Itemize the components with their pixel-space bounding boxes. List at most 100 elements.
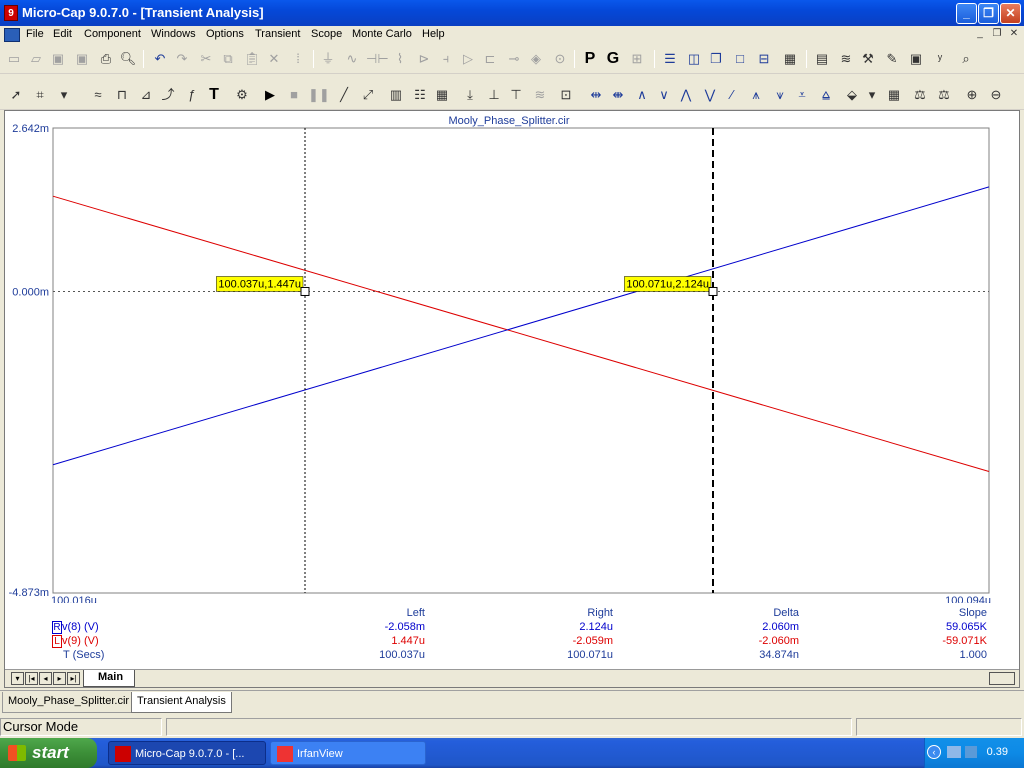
grid-fine-icon[interactable]: ▥ [386,85,406,105]
cursor-valley-icon[interactable]: ⊥ [484,85,504,105]
menu-component[interactable]: Component [84,28,141,40]
source-icon[interactable]: ⊙ [550,49,570,69]
cursor-right-icon[interactable]: ⇼ [608,85,628,105]
menu-options[interactable]: Options [206,28,244,40]
g-button[interactable]: G [603,49,623,69]
plot-line-icon[interactable]: ⤢ [358,85,378,105]
properties-icon[interactable]: ⚙ [232,85,252,105]
print-icon[interactable]: ⎙ [96,49,116,69]
cursor-peak-icon[interactable]: ⤓ [460,85,480,105]
line-icon[interactable]: ╱ [334,85,354,105]
menu-transient[interactable]: Transient [255,28,300,40]
horizontal-scrollbar[interactable] [989,672,1015,685]
grid-icon[interactable]: ⊞ [627,49,647,69]
plot-area[interactable]: Mooly_Phase_Splitter.cir 2.642m 0.000m -… [5,111,1019,603]
dropdown-icon[interactable]: ▾ [54,85,74,105]
grid-coarse-icon[interactable]: ▦ [432,85,452,105]
left-cursor-marker[interactable] [300,286,310,296]
waveform-icon[interactable]: ≋ [836,49,856,69]
fit-icon[interactable]: ⊿ [136,85,156,105]
delete-icon[interactable]: ✕ [264,49,284,69]
stop-icon[interactable]: ■ [284,85,304,105]
global-low-icon[interactable]: ⩛ [770,85,790,105]
cascade-icon[interactable]: ❐ [706,49,726,69]
probe-tool-icon[interactable]: ✎ [882,49,902,69]
xy-icon[interactable]: ʸ [930,49,950,69]
task-microcap[interactable]: Micro-Cap 9.0.7.0 - [... [108,741,266,765]
capacitor-icon[interactable]: ⊣⊢ [366,49,389,69]
restore-button[interactable]: ❐ [978,3,999,24]
menu-scope[interactable]: Scope [311,28,342,40]
undo-icon[interactable]: ↶ [150,49,170,69]
open-icon[interactable]: ▱ [26,49,46,69]
document-menu-icon[interactable] [4,28,20,42]
tray-expand-icon[interactable]: ‹ [927,745,941,759]
menu-windows[interactable]: Windows [151,28,196,40]
task-irfanview[interactable]: IrfanView [270,741,426,765]
pause-icon[interactable]: ❚❚ [308,85,330,105]
microcap-icon[interactable]: 9 [4,5,18,21]
scale-y-icon[interactable]: ⚖ [910,85,930,105]
scale-x-icon[interactable]: ⚖ [934,85,954,105]
probe-icon[interactable]: ◈ [526,49,546,69]
last-page-button[interactable]: ▸| [67,672,80,685]
split-icon[interactable]: ⊟ [754,49,774,69]
cursor-high-icon[interactable]: ⊤ [506,85,526,105]
start-button[interactable]: start [0,738,97,768]
p-button[interactable]: P [580,49,600,69]
zoom-in-icon[interactable]: ⊕ [962,85,982,105]
cut-icon[interactable]: ✂ [196,49,216,69]
graph-icon[interactable]: ▣ [906,49,926,69]
tab-main[interactable]: Main [83,670,135,687]
component-list-icon[interactable]: ▤ [812,49,832,69]
prev-page-button[interactable]: ◂ [39,672,52,685]
cursor-left-icon[interactable]: ⇹ [586,85,606,105]
next-page-button[interactable]: ▸ [53,672,66,685]
redo-icon[interactable]: ↷ [172,49,192,69]
close-button[interactable]: ✕ [1000,3,1021,24]
scope-icon[interactable]: ⊡ [556,85,576,105]
plot-window[interactable]: Mooly_Phase_Splitter.cir 2.642m 0.000m -… [4,110,1020,688]
tag-dropdown-icon[interactable]: ▾ [862,85,882,105]
box-icon[interactable]: ⊓ [112,85,132,105]
zoom-out-icon[interactable]: ⊖ [986,85,1006,105]
help-icon[interactable]: ⚒ [858,49,878,69]
network-icon[interactable] [947,746,961,758]
left-cursor-marker-box[interactable]: L [52,635,62,648]
select-all-icon[interactable]: ⁞ [288,49,308,69]
menu-file[interactable]: File [26,28,44,40]
low-icon[interactable]: ⋁ [700,85,720,105]
menu-edit[interactable]: Edit [53,28,72,40]
save-as-icon[interactable]: ▣ [72,49,92,69]
tab-schematic[interactable]: Mooly_Phase_Splitter.cir [2,692,136,713]
scale-icon[interactable]: ⌗ [30,85,50,105]
minimize-button[interactable]: _ [956,3,977,24]
marker-icon[interactable]: ⤴ [158,85,178,105]
top-icon[interactable]: ⩡ [792,85,812,105]
resistor-icon[interactable]: ∿ [342,49,362,69]
inductor-icon[interactable]: ⌇ [390,49,410,69]
pin-icon[interactable]: ⊸ [504,49,524,69]
battery-icon[interactable]: ⫞ [436,49,456,69]
bottom-icon[interactable]: ⩠ [816,85,836,105]
new-icon[interactable]: ▭ [4,49,24,69]
save-icon[interactable]: ▣ [48,49,68,69]
text-tool-icon[interactable]: T [204,85,224,105]
window-icon[interactable]: □ [730,49,750,69]
copy-icon[interactable]: ⧉ [218,49,238,69]
calculator-icon[interactable]: ▦ [780,49,800,69]
run-icon[interactable]: ▶ [260,85,280,105]
find-icon[interactable]: ⌕ [956,49,976,69]
mdi-minimize-button[interactable]: _ [972,27,988,41]
fc-icon[interactable]: ƒ [182,85,202,105]
tag-icon[interactable]: ⬙ [842,85,862,105]
menu-help[interactable]: Help [422,28,445,40]
menu-monte-carlo[interactable]: Monte Carlo [352,28,412,40]
grid-medium-icon[interactable]: ☷ [410,85,430,105]
peak-icon[interactable]: ∧ [632,85,652,105]
right-cursor-marker[interactable] [708,286,718,296]
diode-icon[interactable]: ⊳ [414,49,434,69]
tab-transient-analysis[interactable]: Transient Analysis [131,692,232,713]
inflection-icon[interactable]: ∕ [722,85,742,105]
mdi-restore-button[interactable]: ❐ [989,27,1005,41]
